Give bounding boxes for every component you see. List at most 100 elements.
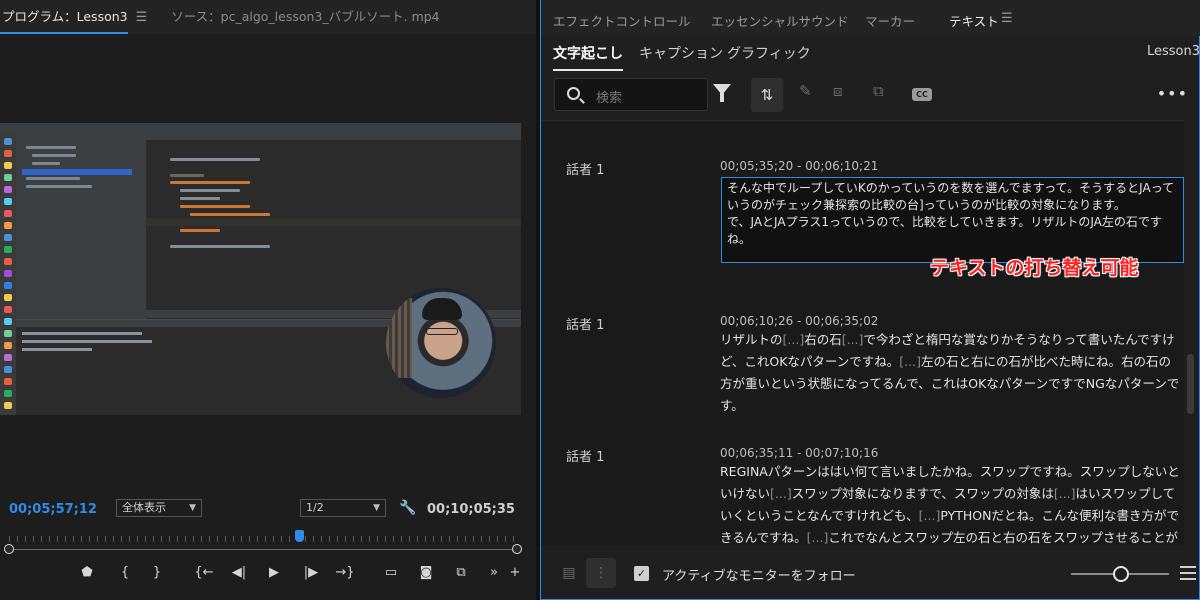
callout-annotation: テキストの打ち替え可能 — [930, 257, 1139, 279]
tab-text[interactable]: テキスト — [949, 11, 999, 30]
tab-markers[interactable]: マーカー — [865, 11, 915, 30]
mark-in-icon[interactable]: { — [115, 565, 135, 580]
scrollbar-thumb[interactable] — [1187, 354, 1194, 414]
go-to-out-icon[interactable]: →} — [335, 565, 355, 580]
follow-monitor-label: アクティブなモニターをフォロー — [662, 569, 856, 584]
presenter-webcam-image — [386, 288, 496, 398]
speaker-layout-icon[interactable]: ⋮ — [586, 558, 616, 588]
tab-essential-sound[interactable]: エッセンシャルサウンド — [711, 11, 849, 30]
tab-source[interactable]: ソース：pc_algo_lesson3_バブルソート. mp4 — [169, 0, 439, 34]
follow-monitor-checkbox[interactable]: ✓ — [634, 566, 649, 581]
program-monitor-panel: プログラム：Lesson3 ☰ ソース：pc_algo_lesson3_バブルソ… — [0, 0, 536, 600]
app-icon — [4, 306, 12, 313]
speaker-label[interactable]: 話者 1 — [566, 314, 604, 333]
filter-icon[interactable] — [713, 84, 731, 102]
resolution-select-value: 1/2 — [306, 501, 324, 514]
app-icon — [4, 294, 12, 301]
search-input[interactable]: 検索 — [554, 78, 708, 111]
go-to-in-icon[interactable]: {← — [194, 565, 214, 580]
wrench-icon[interactable]: 🔧 — [399, 500, 416, 516]
resolution-select[interactable]: 1/2 ▼ — [300, 499, 386, 517]
current-timecode[interactable]: 00;05;57;12 — [9, 502, 97, 517]
duration-timecode: 00;10;05;35 — [427, 502, 515, 517]
add-marker-icon[interactable]: ⬟ — [77, 565, 97, 580]
text-panel: エフェクトコントロール エッセンシャルサウンド マーカー テキスト ☰ 文字起こ… — [540, 0, 1200, 600]
transcript-layout-icon[interactable]: ▤ — [554, 558, 584, 588]
transcript-list[interactable]: 話者 1 00;05;35;20 - 00;06;10;21 そんな中でループし… — [541, 120, 1185, 546]
more-options-icon[interactable]: ••• — [1157, 84, 1188, 103]
sequence-name: Lesson3 — [1146, 44, 1200, 59]
pencil-icon[interactable]: ✎ — [799, 82, 812, 108]
transcript-toolbar: 検索 ⇅ ✎ ⧈ ⧉ CC ••• — [541, 74, 1200, 116]
ruler-ticks — [9, 536, 517, 542]
app-icon — [4, 210, 12, 217]
transcript-scrollbar[interactable] — [1184, 120, 1198, 546]
video-frame[interactable] — [0, 123, 521, 415]
in-point-handle[interactable] — [4, 544, 14, 554]
mark-out-icon[interactable]: } — [147, 565, 167, 580]
export-frame-icon[interactable]: ◙ — [416, 565, 436, 580]
settings-icon[interactable] — [1180, 564, 1196, 582]
tab-effect-controls[interactable]: エフェクトコントロール — [553, 11, 691, 30]
more-controls-icon[interactable]: » — [484, 565, 504, 580]
tab-transcript[interactable]: 文字起こし — [553, 43, 623, 71]
app-icon — [4, 174, 12, 181]
hamburger-menu-icon[interactable]: ☰ — [136, 10, 148, 25]
app-icon — [4, 138, 12, 145]
safe-margins-icon[interactable]: ▭ — [381, 565, 401, 580]
step-back-icon[interactable]: ◀| — [229, 565, 249, 580]
app-icon — [4, 150, 12, 157]
ellipsis-marker: [...] — [1053, 486, 1076, 501]
fit-select-value: 全体表示 — [122, 501, 166, 514]
app-icon — [4, 402, 12, 409]
app-icon — [4, 390, 12, 397]
tab-graphics[interactable]: グラフィック — [727, 43, 811, 63]
app-icon — [4, 354, 12, 361]
zoom-slider[interactable] — [1071, 566, 1169, 582]
merge-segments-icon[interactable]: ⧈ — [833, 82, 843, 108]
tab-program[interactable]: プログラム：Lesson3 — [0, 0, 128, 34]
out-point-handle[interactable] — [512, 544, 522, 554]
chevron-down-icon: ▼ — [189, 503, 196, 513]
segment-text-editor[interactable]: そんな中でループしていKのかっていうのを数を選んでますって。そうするとJAってい… — [721, 177, 1184, 263]
app-icon — [4, 198, 12, 205]
app-icon — [4, 282, 12, 289]
ellipsis-marker: [...] — [841, 332, 864, 347]
app-icon — [4, 222, 12, 229]
hamburger-menu-icon[interactable]: ☰ — [1001, 11, 1013, 26]
search-placeholder: 検索 — [596, 91, 623, 106]
add-button-icon[interactable]: + — [505, 565, 525, 580]
ellipsis-marker: [...] — [806, 530, 829, 545]
segment-text[interactable]: REGINAパターンははい何て言いましたかね。スワップですね。スワップしないとい… — [720, 461, 1180, 546]
app-icon — [4, 378, 12, 385]
play-icon[interactable]: ▶ — [264, 565, 284, 580]
playhead-marker[interactable] — [294, 530, 304, 542]
zoom-slider-knob[interactable] — [1113, 566, 1129, 582]
comparison-view-icon[interactable]: ⧉ — [451, 565, 471, 580]
tab-captions[interactable]: キャプション — [639, 43, 723, 63]
fit-select[interactable]: 全体表示 ▼ — [116, 499, 202, 517]
app-icon — [4, 246, 12, 253]
app-icon — [4, 318, 12, 325]
segment-timerange: 00;06;10;26 - 00;06;35;02 — [720, 314, 879, 328]
panel-tab-bar: エフェクトコントロール エッセンシャルサウンド マーカー テキスト ☰ — [541, 0, 1200, 36]
transcript-footer: ▤ ⋮ ✓ アクティブなモニターをフォロー — [541, 552, 1200, 596]
split-segment-icon[interactable]: ⇅ — [751, 78, 783, 112]
ellipsis-marker: [...] — [782, 332, 805, 347]
scrub-bar[interactable] — [9, 549, 517, 550]
dock-icons-image — [0, 132, 16, 415]
create-captions-icon[interactable]: CC — [912, 88, 932, 101]
timeline-ruler[interactable] — [4, 530, 522, 556]
speaker-label[interactable]: 話者 1 — [566, 446, 604, 465]
program-tab-bar: プログラム：Lesson3 ☰ ソース：pc_algo_lesson3_バブルソ… — [0, 0, 536, 34]
ellipsis-marker: [...] — [899, 354, 921, 369]
segment-text[interactable]: リザルトの[...]右の石[...]で今わざと楕円な賞なりかそうなりって書いたん… — [720, 329, 1180, 417]
ide-toolbar-image — [0, 123, 521, 132]
split-speaker-icon[interactable]: ⧉ — [873, 82, 884, 108]
app-icon — [4, 342, 12, 349]
step-forward-icon[interactable]: |▶ — [301, 565, 321, 580]
segment-timerange: 00;05;35;20 - 00;06;10;21 — [720, 159, 879, 173]
speaker-label[interactable]: 話者 1 — [566, 159, 604, 178]
segment-timerange: 00;06;35;11 - 00;07;10;16 — [720, 446, 879, 460]
app-icon — [4, 186, 12, 193]
